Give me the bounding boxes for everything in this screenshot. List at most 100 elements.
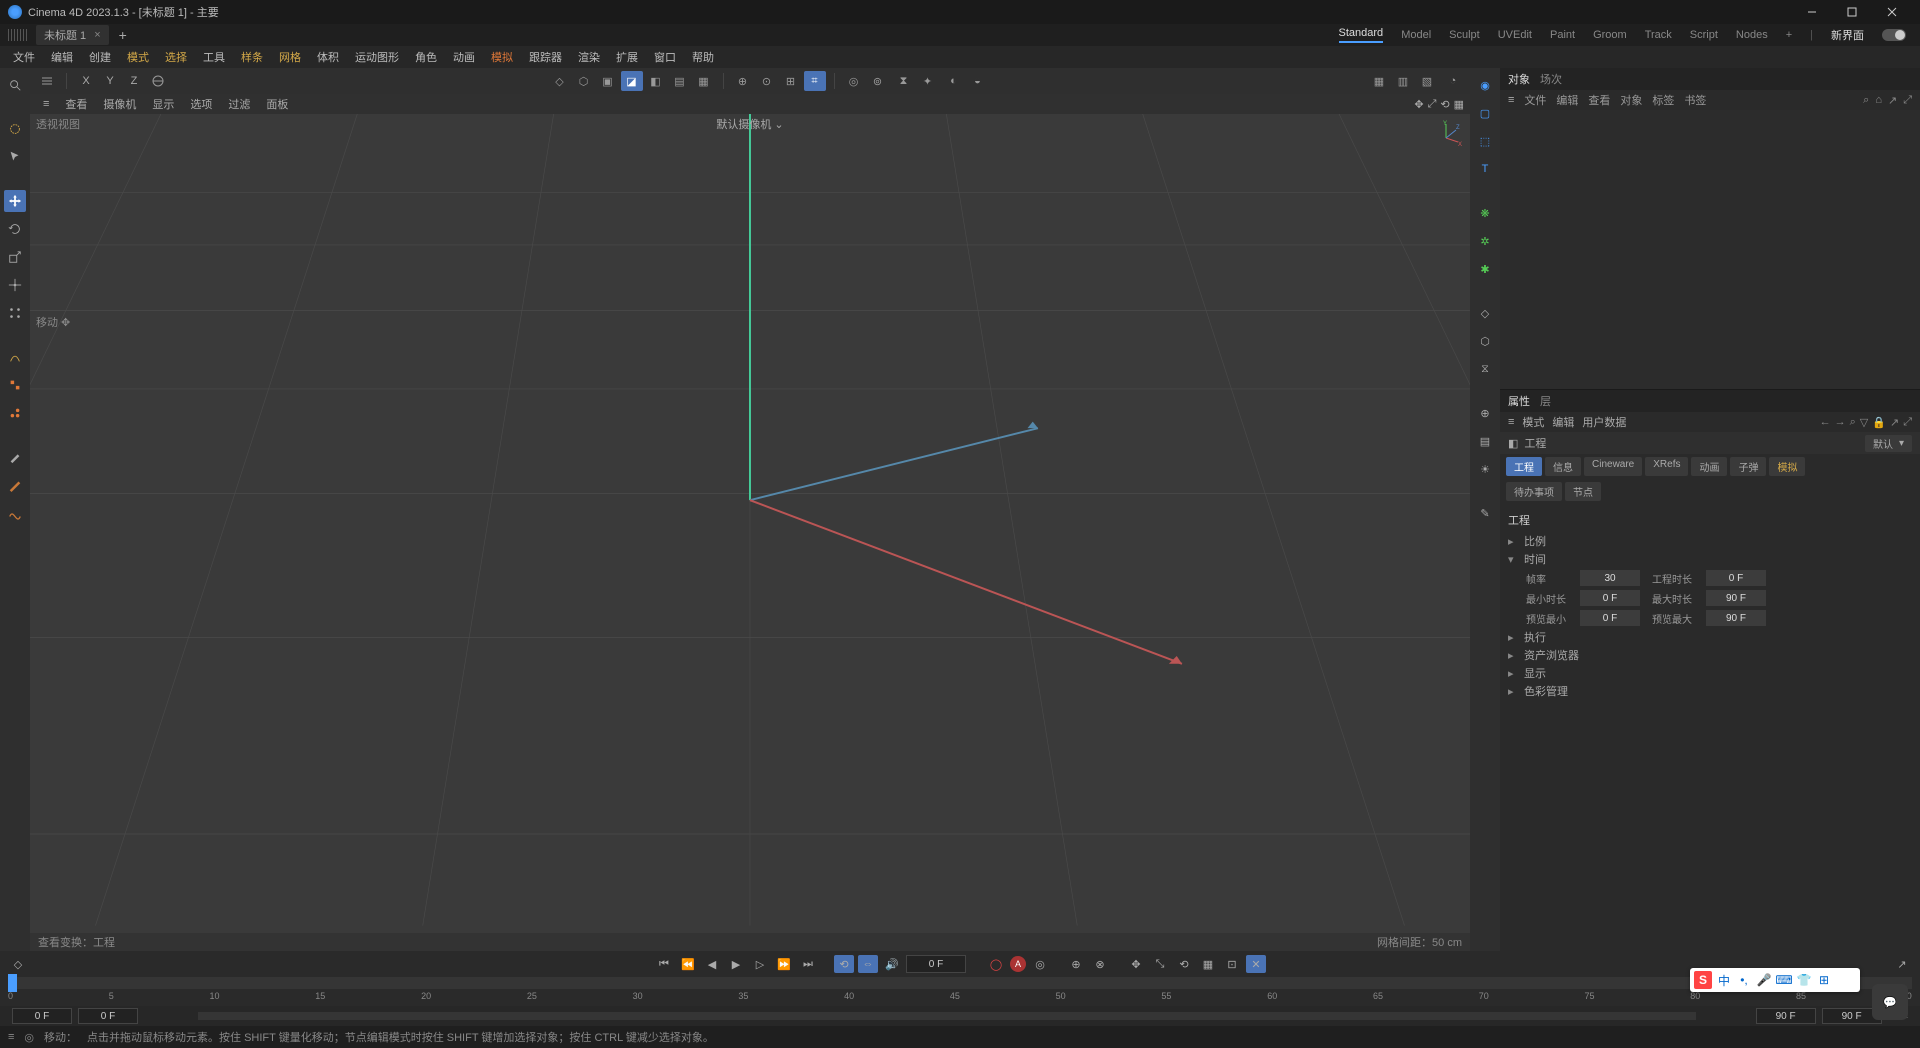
attr-tab-todo[interactable]: 待办事项	[1506, 482, 1562, 501]
status-hamburger-icon[interactable]: ≡	[8, 1031, 14, 1043]
nav-zoom-icon[interactable]: ⤢	[1428, 98, 1437, 111]
viewport[interactable]: 透视视图 默认摄像机 ⌄ 移动 ✥ Y X Z	[30, 114, 1470, 933]
attr-tab-bullet[interactable]: 子弹	[1730, 457, 1766, 476]
coord-tool-icon[interactable]	[4, 374, 26, 396]
axis-gizmo-icon[interactable]: Y X Z	[1428, 120, 1464, 156]
obj-menu-file[interactable]: 文件	[1524, 92, 1546, 108]
layout-mode-model[interactable]: Model	[1401, 29, 1431, 41]
range-start2-input[interactable]	[78, 1008, 138, 1024]
obj-new-window-icon[interactable]: ↗	[1888, 94, 1897, 107]
layout-mode-nodes[interactable]: Nodes	[1736, 29, 1768, 41]
hamburger-icon[interactable]	[36, 71, 58, 91]
soft-radius-icon[interactable]: ◒	[967, 71, 989, 91]
ime-keyboard-icon[interactable]: ⌨	[1776, 972, 1792, 988]
layout-grip-icon[interactable]	[8, 29, 28, 41]
attr-row-execute[interactable]: ▸执行	[1508, 628, 1912, 646]
next-key-icon[interactable]: ⏩	[774, 955, 794, 973]
search-tool-icon[interactable]	[4, 74, 26, 96]
symmetry-icon[interactable]: ⧗	[893, 71, 915, 91]
ime-mic-icon[interactable]: 🎤	[1756, 972, 1772, 988]
attr-row-time[interactable]: ▾时间	[1508, 550, 1912, 568]
tab-layers[interactable]: 层	[1540, 393, 1551, 409]
object-mode-icon[interactable]: ⬡	[573, 71, 595, 91]
attr-filter-icon[interactable]: ▽	[1860, 416, 1868, 429]
menu-9[interactable]: 运动图形	[348, 47, 406, 67]
poly-mode-icon[interactable]: ◧	[645, 71, 667, 91]
ime-menu-icon[interactable]: ⊞	[1816, 972, 1832, 988]
range-start-input[interactable]	[12, 1008, 72, 1024]
new-tab-button[interactable]: +	[109, 27, 137, 43]
attr-tab-info[interactable]: 信息	[1545, 457, 1581, 476]
brush-tool-icon[interactable]	[4, 446, 26, 468]
attr-lock-icon[interactable]: 🔒	[1872, 416, 1886, 429]
prev-key-icon[interactable]: ⏪	[678, 955, 698, 973]
key-all-icon[interactable]: ⊡	[1222, 955, 1242, 973]
snap-point-icon[interactable]: ⊙	[756, 71, 778, 91]
menu-11[interactable]: 动画	[446, 47, 482, 67]
text-tool-icon[interactable]: T	[1474, 158, 1496, 180]
render-settings-icon[interactable]: ◔	[1442, 71, 1464, 91]
object-tree[interactable]	[1500, 110, 1920, 390]
layout-mode-sculpt[interactable]: Sculpt	[1449, 29, 1480, 41]
uv-mode-icon[interactable]: ▤	[669, 71, 691, 91]
render-region-icon[interactable]: ▥	[1392, 71, 1414, 91]
obj-menu-view[interactable]: 查看	[1588, 92, 1610, 108]
menu-4[interactable]: 选择	[158, 47, 194, 67]
view-menu-filter[interactable]: 过滤	[221, 95, 257, 113]
max-input[interactable]	[1706, 590, 1766, 606]
field-icon[interactable]: ✱	[1474, 258, 1496, 280]
attr-row-color[interactable]: ▸色彩管理	[1508, 682, 1912, 700]
projlen-input[interactable]	[1706, 570, 1766, 586]
instance-icon[interactable]: ⬡	[1474, 330, 1496, 352]
layout-mode-uvedit[interactable]: UVEdit	[1498, 29, 1532, 41]
render-view-icon[interactable]: ▦	[1368, 71, 1390, 91]
menu-5[interactable]: 工具	[196, 47, 232, 67]
playhead[interactable]	[8, 974, 17, 992]
world-axis-icon[interactable]	[147, 71, 169, 91]
menu-0[interactable]: 文件	[6, 47, 42, 67]
timeline-expand-icon[interactable]: ↗	[1892, 955, 1912, 973]
texture-mode-icon[interactable]: ▦	[693, 71, 715, 91]
obj-expand-icon[interactable]: ⤢	[1903, 94, 1912, 107]
cursor-tool-icon[interactable]	[4, 146, 26, 168]
layout-mode-standard[interactable]: Standard	[1339, 27, 1384, 43]
add-layout-icon[interactable]: +	[1786, 29, 1792, 41]
layout-mode-track[interactable]: Track	[1645, 29, 1672, 41]
timeline-track[interactable]	[8, 977, 1912, 989]
menu-14[interactable]: 渲染	[571, 47, 607, 67]
placement-tool-icon[interactable]	[4, 402, 26, 424]
attr-menu-mode[interactable]: 模式	[1522, 414, 1544, 430]
tab-attributes[interactable]: 属性	[1508, 393, 1530, 409]
attr-tab-project[interactable]: 工程	[1506, 457, 1542, 476]
attr-expand-icon[interactable]: ⤢	[1903, 416, 1912, 429]
plane-tool-icon[interactable]: ▢	[1474, 102, 1496, 124]
menu-12[interactable]: 模拟	[484, 47, 520, 67]
attr-tab-xrefs[interactable]: XRefs	[1645, 457, 1688, 476]
axis-x-button[interactable]: X	[75, 71, 97, 91]
nav-rotate-icon[interactable]: ⟲	[1440, 98, 1449, 111]
keyframe-sel-icon[interactable]: ◎	[1030, 955, 1050, 973]
current-frame-input[interactable]	[906, 955, 966, 973]
obj-menu-bookmarks[interactable]: 书签	[1684, 92, 1706, 108]
rot-key-icon[interactable]: ⊗	[1090, 955, 1110, 973]
obj-menu-tags[interactable]: 标签	[1652, 92, 1674, 108]
view-menu-camera[interactable]: 摄像机	[96, 95, 143, 113]
obj-hamburger-icon[interactable]: ≡	[1508, 94, 1514, 106]
spline-tool-icon[interactable]	[4, 502, 26, 524]
tag-icon[interactable]: ◇	[1474, 302, 1496, 324]
menu-10[interactable]: 角色	[408, 47, 444, 67]
axis-tool-icon[interactable]	[4, 346, 26, 368]
ime-lang-icon[interactable]: 中	[1716, 972, 1732, 988]
effector-icon[interactable]: ✲	[1474, 230, 1496, 252]
material-icon[interactable]: ⊕	[1474, 402, 1496, 424]
document-tab[interactable]: 未标题 1 ×	[36, 25, 109, 45]
menu-13[interactable]: 跟踪器	[522, 47, 569, 67]
obj-menu-object[interactable]: 对象	[1620, 92, 1642, 108]
picture-viewer-icon[interactable]: ▧	[1416, 71, 1438, 91]
attr-preset-dropdown[interactable]: 默认▾	[1865, 435, 1912, 452]
attr-tab-cineware[interactable]: Cineware	[1584, 457, 1642, 476]
attr-row-scale[interactable]: ▸比例	[1508, 532, 1912, 550]
attr-tab-anim[interactable]: 动画	[1691, 457, 1727, 476]
viewport-camera-label[interactable]: 默认摄像机 ⌄	[716, 116, 783, 132]
scale-tool-icon[interactable]	[4, 246, 26, 268]
